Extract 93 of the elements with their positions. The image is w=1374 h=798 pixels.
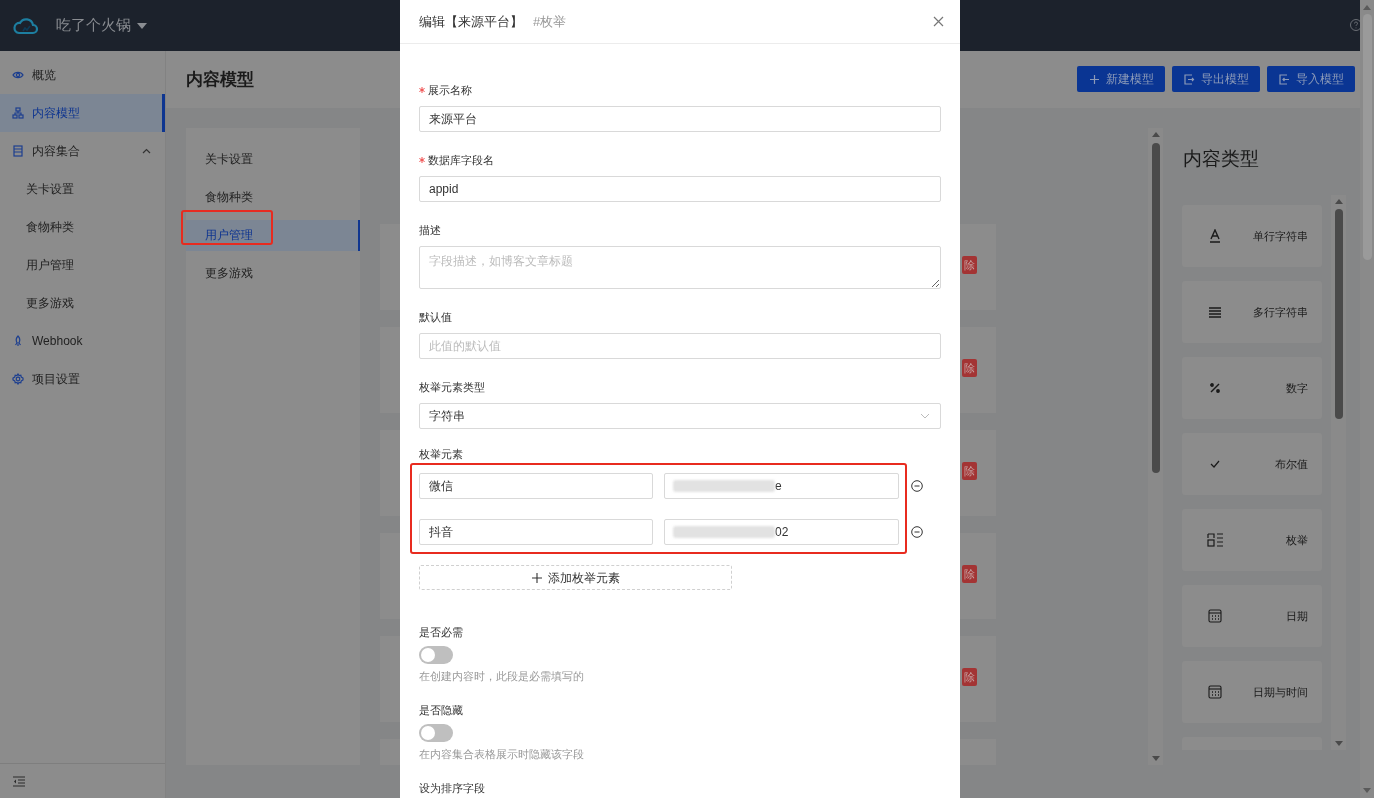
input-field[interactable]: appid — [419, 176, 941, 202]
toggle-switch[interactable] — [419, 646, 453, 664]
input-field[interactable]: 抖音 — [419, 519, 653, 545]
scroll-up-icon[interactable] — [1363, 5, 1371, 10]
select-field[interactable]: 字符串 — [419, 403, 941, 429]
input-field[interactable]: 微信 — [419, 473, 653, 499]
content-type-card[interactable]: 枚举 — [1182, 509, 1322, 571]
help-icon[interactable] — [1350, 19, 1362, 31]
content-type-card[interactable]: 布尔值 — [1182, 433, 1322, 495]
plus-icon — [1088, 73, 1100, 85]
scroll-up-icon[interactable] — [1334, 199, 1343, 204]
model-list-item[interactable]: 食物种类 — [186, 181, 360, 213]
sidebar-item[interactable]: 内容模型 — [0, 94, 165, 132]
sidebar-subitem[interactable]: 食物种类 — [0, 208, 165, 246]
caret-icon — [137, 22, 147, 29]
model-list-item[interactable]: 用户管理 — [186, 219, 360, 251]
check-icon — [1210, 460, 1220, 468]
sidebar-subitem[interactable]: 关卡设置 — [0, 170, 165, 208]
delete-tag[interactable]: 除 — [962, 256, 977, 274]
content-type-card[interactable]: 多行字符串 — [1182, 281, 1322, 343]
plus-icon — [531, 572, 542, 583]
lines-icon — [1209, 306, 1221, 318]
field-label: 是否隐藏 — [419, 702, 463, 718]
delete-tag[interactable]: 除 — [962, 462, 977, 480]
add-enum-button[interactable]: 添加枚举元素 — [419, 565, 732, 590]
field-label: 数据库字段名 — [428, 152, 494, 168]
calendar-icon — [1208, 685, 1222, 699]
cloud-logo-icon — [13, 15, 39, 36]
scroll-down-icon[interactable] — [1363, 788, 1371, 793]
help-text: 在创建内容时，此段是必需填写的 — [419, 669, 584, 684]
content-type-card[interactable]: 日期与时间 — [1182, 661, 1322, 723]
required-icon — [419, 87, 425, 93]
toolbar-button[interactable]: 新建模型 — [1077, 66, 1165, 92]
letter-a-icon — [1209, 229, 1221, 243]
close-icon[interactable] — [933, 16, 944, 27]
content-type-card[interactable]: 日期 — [1182, 585, 1322, 647]
sidebar-item[interactable]: 项目设置 — [0, 360, 165, 398]
sidebar-item[interactable]: 内容集合 — [0, 132, 165, 170]
field-label: 枚举元素类型 — [419, 379, 485, 395]
rocket-icon — [12, 335, 24, 347]
remove-icon[interactable] — [911, 480, 923, 492]
toolbar-button[interactable]: 导出模型 — [1172, 66, 1260, 92]
text-area[interactable]: 字段描述，如博客文章标题 — [419, 246, 941, 289]
input-field[interactable]: 来源平台 — [419, 106, 941, 132]
import-icon — [1278, 73, 1290, 85]
delete-tag[interactable]: 除 — [962, 565, 977, 583]
calendar-icon — [1208, 609, 1222, 623]
delete-tag[interactable]: 除 — [962, 359, 977, 377]
help-text: 在内容集合表格展示时隐藏该字段 — [419, 747, 584, 762]
hierarchy-icon — [12, 107, 24, 119]
eye-icon — [12, 69, 24, 81]
document-icon — [12, 145, 24, 157]
enum-list-icon — [1207, 533, 1223, 547]
content-type-card[interactable]: 数字 — [1182, 357, 1322, 419]
settings-icon — [12, 373, 24, 385]
field-label: 是否必需 — [419, 624, 463, 640]
chevron-icon — [920, 413, 930, 419]
sidebar-item[interactable]: Webhook — [0, 322, 165, 360]
scrollbar[interactable] — [1148, 128, 1163, 765]
scroll-down-icon[interactable] — [1151, 756, 1160, 761]
required-icon — [419, 157, 425, 163]
scrollbar[interactable] — [1331, 195, 1346, 750]
remove-icon[interactable] — [911, 526, 923, 538]
field-label: 默认值 — [419, 309, 452, 325]
scroll-up-icon[interactable] — [1151, 132, 1160, 137]
sidebar-item[interactable]: 概览 — [0, 56, 165, 94]
panel-title: 内容类型 — [1182, 147, 1260, 171]
field-label: 描述 — [419, 222, 441, 238]
scroll-down-icon[interactable] — [1334, 741, 1343, 746]
modal-title: 编辑【来源平台】 — [419, 12, 523, 31]
sidebar-subitem[interactable]: 用户管理 — [0, 246, 165, 284]
scroll-thumb[interactable] — [1151, 143, 1160, 473]
page-title: 内容模型 — [186, 68, 254, 91]
type-tag: #枚举 — [533, 11, 933, 32]
input-field[interactable]: 此值的默认值 — [419, 333, 941, 359]
scrollbar[interactable] — [1360, 0, 1374, 798]
sidebar-subitem[interactable]: 更多游戏 — [0, 284, 165, 322]
model-list-item[interactable]: 关卡设置 — [186, 143, 360, 175]
scroll-thumb[interactable] — [1334, 209, 1343, 419]
toolbar-button[interactable]: 导入模型 — [1267, 66, 1355, 92]
input-field[interactable]: 02 — [664, 519, 899, 545]
collapse-menu-icon[interactable] — [13, 775, 25, 787]
toggle-switch[interactable] — [419, 724, 453, 742]
input-field[interactable]: e — [664, 473, 899, 499]
export-icon — [1183, 73, 1195, 85]
content-type-card[interactable]: 单行字符串 — [1182, 205, 1322, 267]
field-label: 展示名称 — [428, 82, 472, 98]
delete-tag[interactable]: 除 — [962, 668, 977, 686]
project-switcher[interactable]: 吃了个火锅 — [56, 14, 147, 37]
percent-icon — [1210, 383, 1220, 393]
field-label: 设为排序字段 — [419, 780, 485, 796]
field-label: 枚举元素 — [419, 446, 463, 462]
model-list-item[interactable]: 更多游戏 — [186, 257, 360, 289]
